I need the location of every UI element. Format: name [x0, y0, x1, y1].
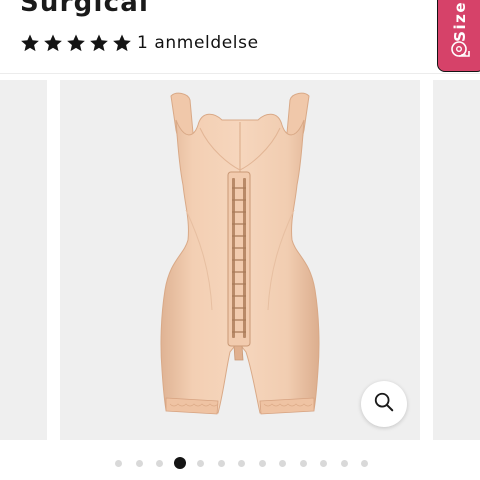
carousel-dot[interactable]: [279, 460, 286, 467]
star-icon: [89, 33, 109, 53]
carousel-dot-active[interactable]: [174, 457, 186, 469]
star-icon: [66, 33, 86, 53]
review-count-link[interactable]: 1 anmeldelse: [137, 33, 259, 53]
carousel-dot[interactable]: [156, 460, 163, 467]
next-slide-peek[interactable]: [433, 80, 480, 440]
carousel-dot[interactable]: [217, 460, 225, 467]
product-image: [160, 92, 320, 415]
carousel-dot[interactable]: [340, 460, 348, 467]
product-title: Surgical: [20, 0, 150, 18]
star-icon: [112, 33, 132, 53]
carousel-dot[interactable]: [197, 460, 204, 467]
star-icon: [43, 33, 63, 53]
star-rating: [20, 33, 132, 53]
size-guide-tab[interactable]: Size: [437, 0, 480, 72]
carousel-dot[interactable]: [115, 460, 122, 467]
measuring-tape-icon: [450, 39, 470, 63]
carousel-pagination: [115, 457, 368, 471]
carousel-dot[interactable]: [361, 460, 368, 467]
carousel-dot[interactable]: [258, 460, 266, 467]
zoom-button[interactable]: [361, 381, 407, 427]
search-icon: [373, 391, 395, 417]
carousel-dot[interactable]: [238, 460, 245, 467]
carousel-dot[interactable]: [320, 460, 327, 467]
header-divider: [0, 73, 480, 74]
product-image-slide[interactable]: [60, 80, 420, 440]
size-guide-label: Size: [451, 1, 469, 42]
product-rating[interactable]: 1 anmeldelse: [20, 31, 259, 55]
carousel-dot[interactable]: [135, 460, 143, 467]
carousel-dot[interactable]: [299, 460, 307, 467]
previous-slide-peek[interactable]: [0, 80, 47, 440]
star-icon: [20, 33, 40, 53]
